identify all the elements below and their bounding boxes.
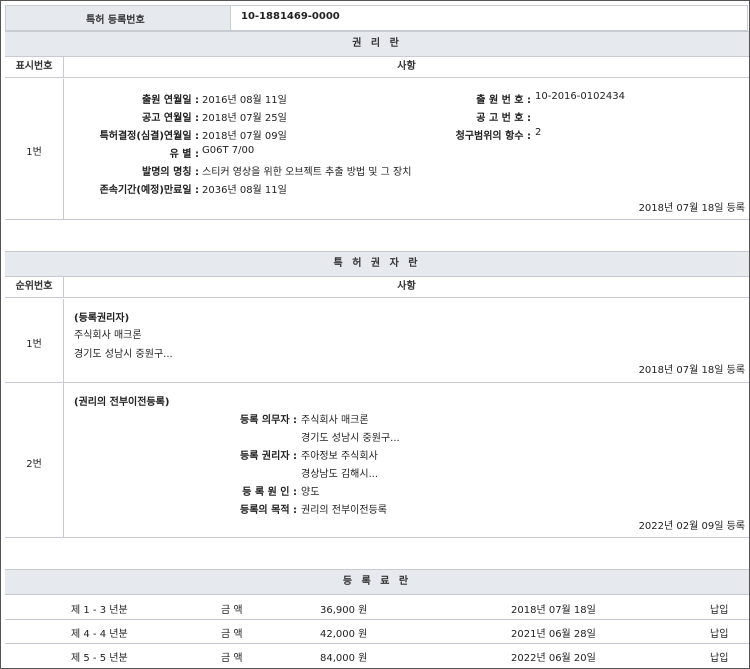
- fee-period: 제 1 - 3 년분: [71, 605, 128, 616]
- fee-amount-label: 금 액: [221, 605, 243, 616]
- fee-row-divider: [5, 643, 749, 644]
- rights-row-num-cell: 1번: [5, 79, 64, 220]
- holders-col-subject-header: 사항: [64, 277, 749, 298]
- field-value-classification: G06T 7/00: [202, 145, 255, 156]
- fee-amount-label: 금 액: [221, 653, 243, 664]
- patent-register-document: 특허 등록번호 10-1881469-0000 권 리 란 표시번호 사항 1번…: [0, 0, 750, 669]
- holders-row2-num: 2번: [26, 459, 42, 470]
- field-label-expiry-date: 존속기간(예정)만료일 :: [99, 185, 199, 196]
- holders-row2-body: (권리의 전부이전등록) 등록 의무자 : 주식회사 매크론 경기도 성남시 중…: [64, 383, 749, 538]
- rights-row-body: 출원 연월일 : 2016년 08월 11일 공고 연월일 : 2018년 07…: [64, 79, 749, 220]
- field-label-application-number: 출 원 번 호 :: [476, 95, 531, 106]
- transfer-label-purpose: 등록의 목적 :: [240, 505, 297, 516]
- registration-number-label: 특허 등록번호: [86, 15, 145, 26]
- holders-row1-num: 1번: [26, 339, 42, 350]
- holders-col-num-header: 순위번호: [5, 277, 64, 298]
- field-value-claim-count: 2: [535, 127, 542, 138]
- fee-period: 제 4 - 4 년분: [71, 629, 128, 640]
- field-value-invention-title: 스티커 영상을 위한 오브젝트 추출 방법 및 그 장치: [202, 167, 412, 178]
- field-label-publication-date: 공고 연월일 :: [142, 113, 199, 124]
- holders-row2-num-cell: 2번: [5, 383, 64, 538]
- rights-row-num: 1번: [26, 147, 42, 158]
- fee-payment-date: 2021년 06월 28일: [511, 629, 596, 640]
- holders-row1-heading: (등록권리자): [74, 313, 130, 324]
- holders-section-title: 특 허 권 자 란: [5, 251, 749, 277]
- registration-number-value-cell: 10-1881469-0000: [231, 5, 748, 31]
- transfer-value-right-holder: 주아정보 주식회사: [301, 451, 378, 462]
- registration-number-label-cell: 특허 등록번호: [5, 5, 231, 31]
- fee-payment-date: 2018년 07월 18일: [511, 605, 596, 616]
- fee-status: 납입: [710, 629, 729, 640]
- rights-section-title: 권 리 란: [5, 31, 749, 57]
- transfer-label-cause: 등 록 원 인 :: [242, 487, 297, 498]
- field-label-filing-date: 출원 연월일 :: [142, 95, 199, 106]
- rights-col-num-header: 표시번호: [5, 57, 64, 78]
- fee-amount: 36,900 원: [320, 605, 368, 616]
- holders-row2-registered-date: 2022년 02월 09일 등록: [638, 521, 745, 532]
- holders-row1-line-1: 주식회사 매크론: [74, 330, 142, 341]
- transfer-value-obligor-address: 경기도 성남시 중원구...: [301, 433, 400, 444]
- fee-amount-label: 금 액: [221, 629, 243, 640]
- field-label-publication-number: 공 고 번 호 :: [476, 113, 531, 124]
- rights-registered-date: 2018년 07월 18일 등록: [638, 203, 745, 214]
- holders-row1-line-2: 경기도 성남시 중원구...: [74, 349, 173, 360]
- field-label-decision-date: 특허결정(심결)연월일 :: [99, 131, 199, 142]
- fee-row-divider: [5, 619, 749, 620]
- transfer-value-right-holder-address: 경상남도 김해시...: [301, 469, 379, 480]
- fees-section-title: 등 록 료 란: [5, 569, 749, 595]
- registration-number-value: 10-1881469-0000: [241, 11, 340, 22]
- fee-amount: 42,000 원: [320, 629, 368, 640]
- fee-status: 납입: [710, 653, 729, 664]
- transfer-label-right-holder: 등록 권리자 :: [240, 451, 297, 462]
- holders-row2-heading: (권리의 전부이전등록): [74, 397, 170, 408]
- rights-col-subject-header: 사항: [64, 57, 749, 78]
- field-value-expiry-date: 2036년 08월 11일: [202, 185, 287, 196]
- field-label-classification: 유 별 :: [169, 149, 199, 160]
- field-value-publication-date: 2018년 07월 25일: [202, 113, 287, 124]
- fee-payment-date: 2022년 06월 20일: [511, 653, 596, 664]
- holders-row1-body: (등록권리자) 주식회사 매크론 경기도 성남시 중원구... 2018년 07…: [64, 299, 749, 383]
- transfer-value-cause: 양도: [301, 487, 320, 498]
- field-value-application-number: 10-2016-0102434: [535, 91, 625, 102]
- fee-amount: 84,000 원: [320, 653, 368, 664]
- fee-period: 제 5 - 5 년분: [71, 653, 128, 664]
- field-value-filing-date: 2016년 08월 11일: [202, 95, 287, 106]
- fee-status: 납입: [710, 605, 729, 616]
- field-value-decision-date: 2018년 07월 09일: [202, 131, 287, 142]
- field-label-invention-title: 발명의 명칭 :: [142, 167, 199, 178]
- transfer-label-obligor: 등록 의무자 :: [240, 415, 297, 426]
- transfer-value-obligor: 주식회사 매크론: [301, 415, 369, 426]
- holders-row1-num-cell: 1번: [5, 299, 64, 383]
- field-label-claim-count: 청구범위의 항수 :: [455, 131, 531, 142]
- holders-row1-registered-date: 2018년 07월 18일 등록: [638, 365, 745, 376]
- transfer-value-purpose: 권리의 전부이전등록: [301, 505, 387, 516]
